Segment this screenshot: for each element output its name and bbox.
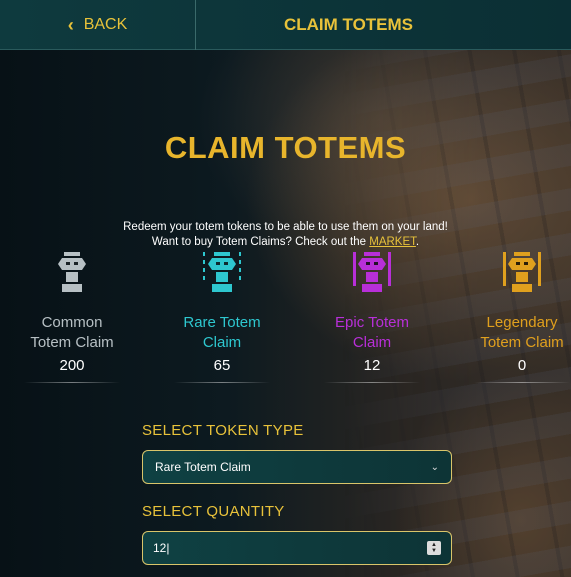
stepper-down-icon[interactable]: ▼ — [431, 548, 437, 554]
totem-epic-icon — [353, 252, 391, 292]
description-line-2: Want to buy Totem Claims? Check out the … — [0, 235, 571, 250]
top-bar: ‹ BACK CLAIM TOTEMS — [0, 0, 571, 50]
chevron-down-icon: ⌄ — [430, 461, 439, 473]
totem-legendary-count: 0 — [517, 357, 527, 374]
totem-legendary-name: Legendary Totem Claim — [462, 313, 571, 353]
back-label: BACK — [83, 16, 128, 33]
totem-epic-name-line2: Claim — [352, 334, 392, 351]
totem-card-epic: Epic Totem Claim 12 — [312, 250, 432, 383]
totem-card-rare: Rare Totem Claim 65 — [162, 250, 282, 383]
token-type-label: SELECT TOKEN TYPE — [142, 422, 304, 439]
totem-rare-icon — [203, 252, 241, 292]
totem-rare-count: 65 — [213, 357, 231, 374]
divider — [474, 382, 570, 383]
back-button[interactable]: ‹ BACK — [0, 0, 196, 50]
claim-description: Redeem your totem tokens to be able to u… — [0, 220, 571, 250]
chevron-left-icon: ‹ — [67, 14, 74, 35]
totem-common-icon — [58, 252, 86, 292]
token-type-select[interactable]: Rare Totem Claim ⌄ — [142, 450, 452, 484]
totem-epic-name-line1: Epic Totem — [335, 314, 409, 331]
quantity-input[interactable]: 12| ▲ ▼ — [142, 531, 452, 565]
market-link[interactable]: MARKET — [369, 236, 416, 248]
description-prefix: Want to buy Totem Claims? Check out the — [151, 236, 370, 248]
quantity-label: SELECT QUANTITY — [142, 503, 285, 520]
totem-list: Common Totem Claim 200 Rare Totem Claim … — [0, 250, 571, 390]
totem-rare-name-line2: Claim — [202, 334, 242, 351]
token-type-value: Rare Totem Claim — [155, 460, 251, 474]
totem-epic-name: Epic Totem Claim — [312, 313, 432, 353]
quantity-value: 12| — [153, 541, 170, 555]
description-suffix: . — [415, 236, 420, 248]
totem-common-count: 200 — [59, 357, 85, 374]
totem-common-name-line1: Common — [41, 314, 103, 331]
divider — [174, 382, 270, 383]
totem-common-name: Common Totem Claim — [12, 313, 132, 353]
quantity-stepper[interactable]: ▲ ▼ — [427, 541, 441, 555]
totem-card-common: Common Totem Claim 200 — [12, 250, 132, 383]
totem-common-name-line2: Totem Claim — [30, 334, 114, 351]
divider — [324, 382, 420, 383]
totem-rare-name: Rare Totem Claim — [162, 313, 282, 353]
totem-legendary-name-line1: Legendary — [486, 314, 558, 331]
totem-card-legendary: Legendary Totem Claim 0 — [462, 250, 571, 383]
totem-epic-count: 12 — [363, 357, 381, 374]
claim-heading: CLAIM TOTEMS — [164, 130, 407, 165]
totem-rare-name-line1: Rare Totem — [183, 314, 261, 331]
totem-legendary-icon — [503, 252, 541, 292]
totem-legendary-name-line2: Totem Claim — [480, 334, 564, 351]
description-line-1: Redeem your totem tokens to be able to u… — [123, 221, 448, 233]
divider — [24, 382, 120, 383]
page-title: CLAIM TOTEMS — [283, 14, 414, 34]
